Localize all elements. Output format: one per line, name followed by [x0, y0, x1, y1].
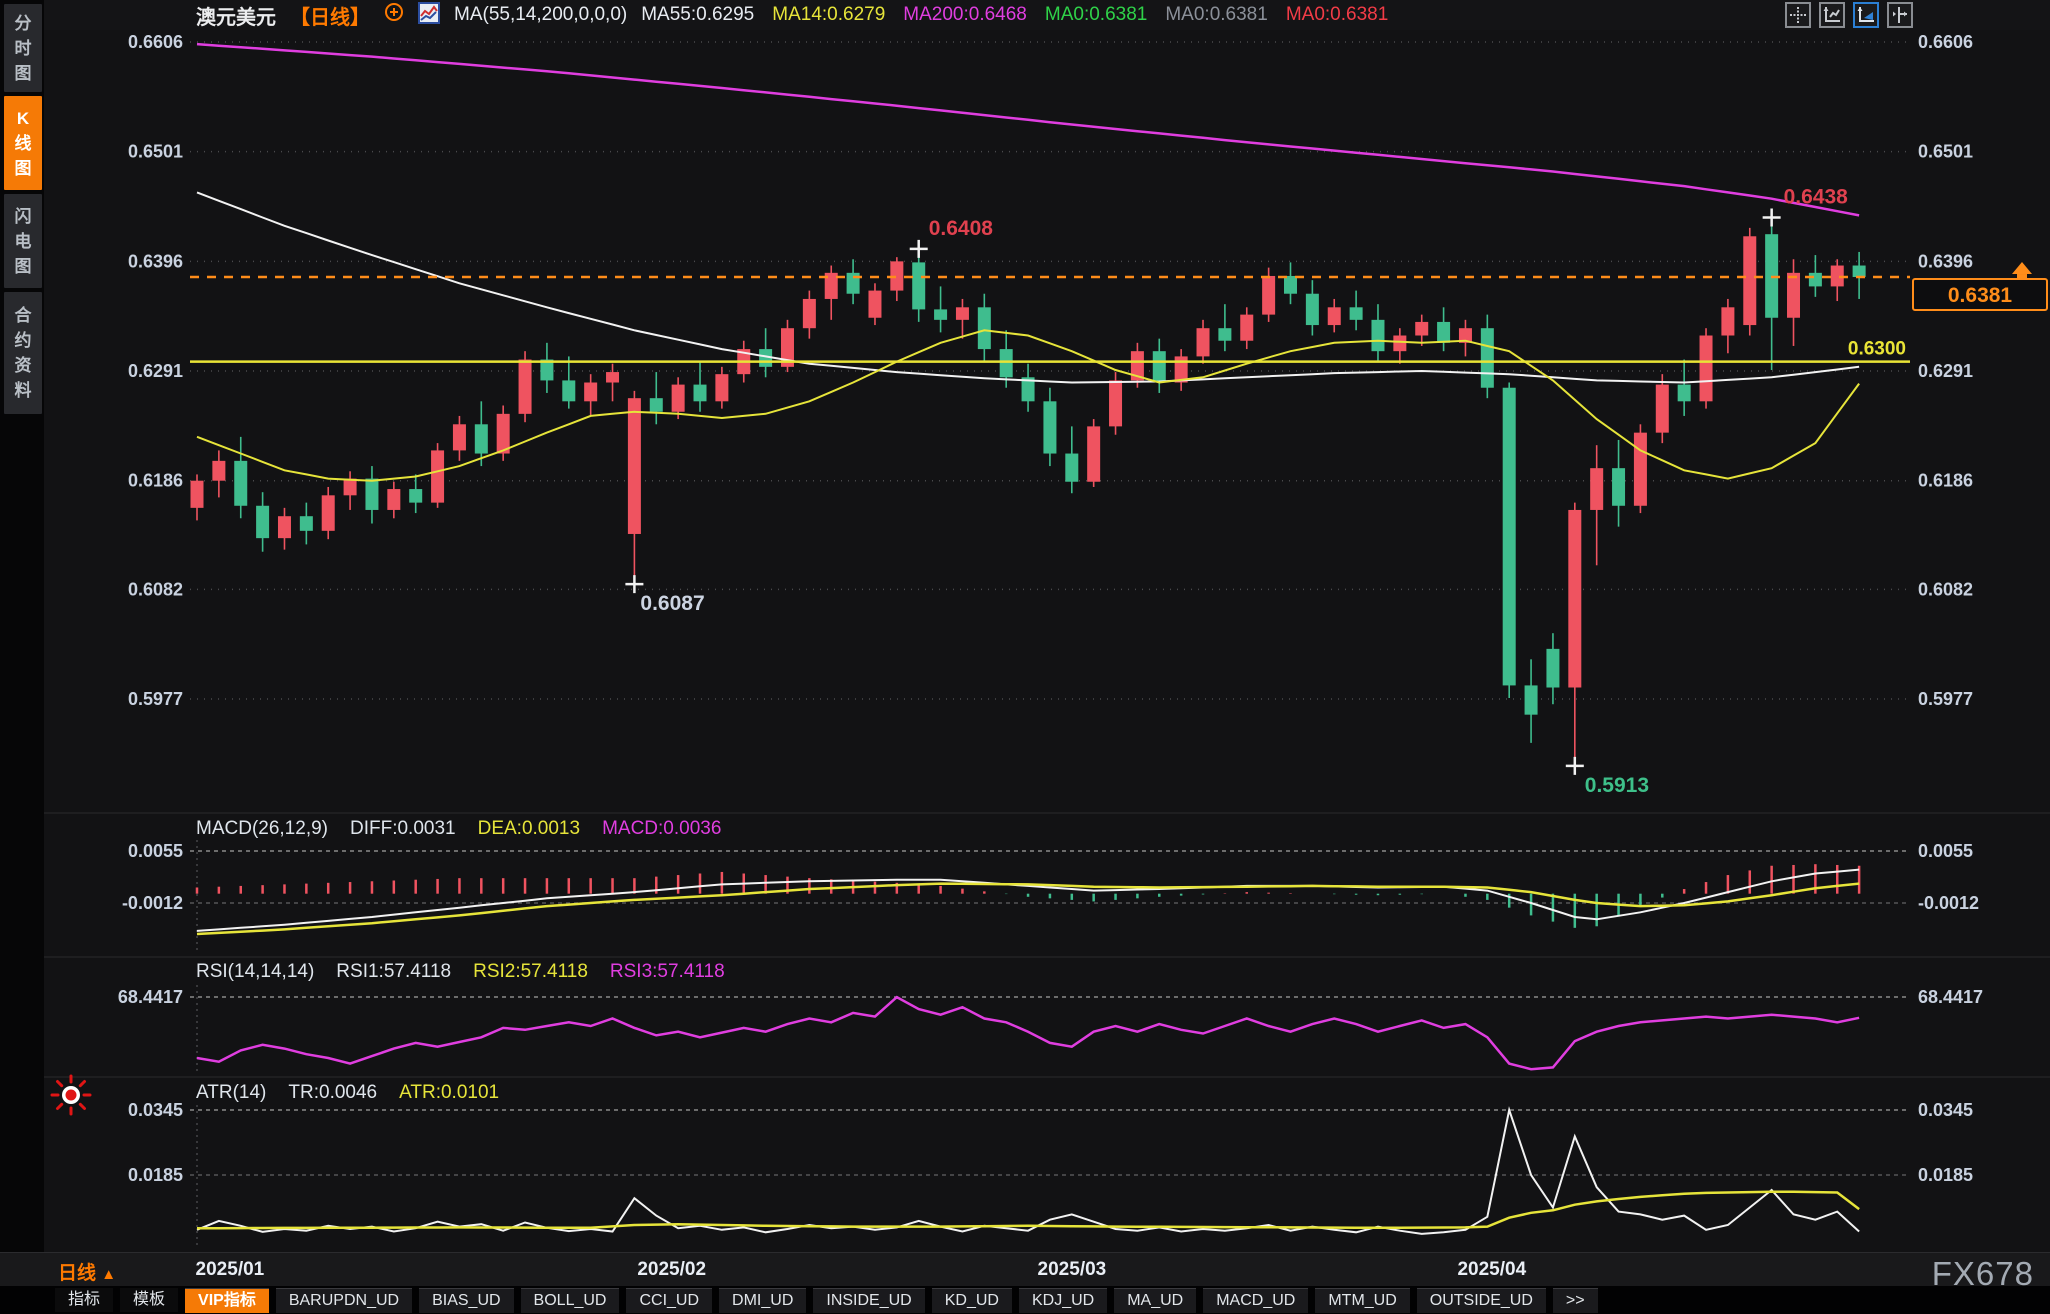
macd-axis-label-right: 0.0055	[1918, 841, 1973, 861]
last-price-value: 0.6381	[1948, 284, 2013, 307]
atr-axis-label-right: 0.0185	[1918, 1165, 1973, 1185]
price-axis-label-left: 0.5977	[128, 689, 183, 709]
atr-axis-label-right: 0.0345	[1918, 1100, 1973, 1120]
annotation-label: 0.6087	[640, 592, 704, 615]
indicator-tab-15[interactable]: >>	[1553, 1288, 1598, 1313]
macd-title: MACD(26,12,9)	[196, 818, 328, 840]
time-axis-label-1: 2025/02	[637, 1259, 706, 1281]
indicator-tab-12[interactable]: MACD_UD	[1203, 1288, 1308, 1313]
rsi-header: RSI(14,14,14) RSI1:57.4118 RSI2:57.4118 …	[196, 961, 725, 983]
macd-diff-value: DIFF:0.0031	[350, 818, 456, 840]
price-axis-label-right: 0.6186	[1918, 471, 1973, 491]
price-axis-label-left: 0.6186	[128, 471, 183, 491]
macd-dea-value: DEA:0.0013	[478, 818, 580, 840]
indicator-tab-14[interactable]: OUTSIDE_UD	[1417, 1288, 1546, 1313]
indicator-tab-6[interactable]: CCI_UD	[626, 1288, 712, 1313]
chart-canvas[interactable]: 0.6606 0.6606 0.6501 0.6501 0.6396 0.6396 0.62…	[0, 0, 2050, 1314]
trading-app-window: 分时图K线图闪电图合约资料 澳元美元 【日线】 MA(55,14,200,0,0…	[0, 0, 2050, 1314]
atr-tr-value: TR:0.0046	[288, 1082, 377, 1104]
time-axis-label-2: 2025/03	[1038, 1259, 1107, 1281]
price-axis-label-right: 0.5977	[1918, 689, 1973, 709]
rsi-axis-label-left: 68.4417	[118, 987, 183, 1007]
atr-tr-line	[197, 1110, 1859, 1234]
watermark: FX678	[1932, 1255, 2034, 1293]
indicator-tab-3[interactable]: BARUPDN_UD	[276, 1288, 412, 1313]
indicator-tab-8[interactable]: INSIDE_UD	[813, 1288, 924, 1313]
indicator-tab-4[interactable]: BIAS_UD	[419, 1288, 513, 1313]
indicator-tab-bar: 指标模板 VIP指标 BARUPDN_UD BIAS_UD BOLL_UDCCI_UD D…	[0, 1286, 2050, 1314]
macd-axis-label-left: -0.0012	[122, 893, 183, 913]
price-annotation-2	[1763, 208, 1781, 226]
rsi3-value: RSI3:57.4118	[610, 961, 725, 983]
rsi-line	[197, 997, 1859, 1069]
candles	[191, 217, 1866, 765]
rsi-title: RSI(14,14,14)	[196, 961, 314, 983]
price-axis-label-right: 0.6082	[1918, 579, 1973, 599]
ma200-line	[197, 44, 1859, 215]
price-axis-label-left: 0.6082	[128, 579, 183, 599]
annotation-label: 0.6438	[1784, 185, 1849, 208]
annotation-label: 0.5913	[1585, 774, 1649, 797]
indicator-tab-10[interactable]: KDJ_UD	[1019, 1288, 1107, 1313]
time-axis-label-3: 2025/04	[1457, 1259, 1526, 1281]
price-axis-label-right: 0.6396	[1918, 251, 1973, 271]
price-axis-label-right: 0.6606	[1918, 32, 1973, 52]
atr-atr-value: ATR:0.0101	[399, 1082, 499, 1104]
indicator-tab-1[interactable]: 模板	[120, 1288, 178, 1312]
macd-axis-label-right: -0.0012	[1918, 893, 1979, 913]
indicator-tab-2[interactable]: VIP指标	[185, 1288, 269, 1313]
indicator-tab-9[interactable]: KD_UD	[932, 1288, 1012, 1313]
time-axis-label-0: 2025/01	[196, 1259, 265, 1281]
macd-macd-value: MACD:0.0036	[602, 818, 721, 840]
price-axis-label-right: 0.6501	[1918, 142, 1973, 162]
price-annotation-3	[1566, 757, 1584, 775]
macd-dif-line	[197, 870, 1859, 931]
indicator-tab-5[interactable]: BOLL_UD	[521, 1288, 620, 1313]
atr-axis-label-left: 0.0185	[128, 1165, 183, 1185]
atr-axis-label-left: 0.0345	[128, 1100, 183, 1120]
price-axis-label-right: 0.6291	[1918, 361, 1973, 381]
price-annotation-1	[625, 575, 643, 593]
alert-sun-icon[interactable]	[48, 1072, 94, 1123]
price-axis-label-left: 0.6501	[128, 142, 183, 162]
rsi-axis-label-right: 68.4417	[1918, 987, 1983, 1007]
indicator-tab-0[interactable]: 指标	[55, 1288, 113, 1312]
indicator-tab-11[interactable]: MA_UD	[1114, 1288, 1196, 1313]
price-annotation-0	[910, 240, 928, 258]
indicator-tab-7[interactable]: DMI_UD	[719, 1288, 806, 1313]
rsi2-value: RSI2:57.4118	[473, 961, 588, 983]
time-axis-strip: 日线 ▲ 2025/01 2025/02 2025/03 2025/04	[0, 1252, 2050, 1286]
indicator-tab-13[interactable]: MTM_UD	[1315, 1288, 1409, 1313]
macd-axis-label-left: 0.0055	[128, 841, 183, 861]
price-axis-label-left: 0.6396	[128, 251, 183, 271]
support-line-label: 0.6300	[1848, 339, 1906, 360]
period-selector[interactable]: 日线 ▲	[58, 1258, 116, 1285]
macd-header: MACD(26,12,9) DIFF:0.0031 DEA:0.0013 MAC…	[196, 818, 721, 840]
price-axis-label-left: 0.6606	[128, 32, 183, 52]
macd-histogram	[197, 864, 1859, 928]
atr-title: ATR(14)	[196, 1082, 266, 1104]
price-axis-label-left: 0.6291	[128, 361, 183, 381]
atr-header: ATR(14) TR:0.0046 ATR:0.0101	[196, 1082, 499, 1104]
annotation-label: 0.6408	[929, 217, 994, 240]
ma55-line	[197, 192, 1859, 382]
rsi1-value: RSI1:57.4118	[336, 961, 451, 983]
